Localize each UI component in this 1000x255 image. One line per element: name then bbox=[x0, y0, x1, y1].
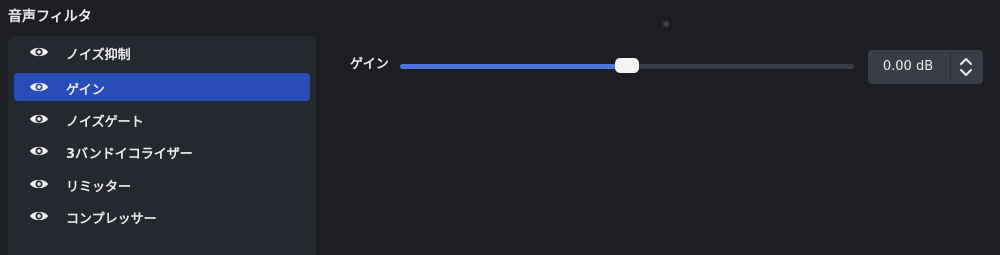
filter-item-limiter[interactable]: リミッター bbox=[14, 170, 310, 198]
filter-list: ノイズ抑制 ゲイン ノイズゲート 3バンドイコライザー リミッター コンプレッサ… bbox=[8, 36, 316, 255]
gain-slider-thumb[interactable] bbox=[615, 58, 639, 73]
filter-label: コンプレッサー bbox=[66, 212, 157, 227]
gain-label: ゲイン bbox=[350, 57, 389, 72]
gain-spinbox[interactable] bbox=[868, 50, 983, 84]
filter-label: ゲイン bbox=[66, 83, 105, 98]
eye-icon[interactable] bbox=[29, 177, 49, 191]
eye-icon[interactable] bbox=[29, 112, 49, 126]
filter-label: ノイズゲート bbox=[66, 115, 144, 130]
audio-filters-window: 音声フィルタ ノイズ抑制 ゲイン ノイズゲート 3バンドイコライザー リミッター… bbox=[0, 0, 1000, 255]
drag-handle-dot bbox=[663, 21, 669, 27]
chevron-up-down-icon bbox=[960, 58, 972, 76]
filter-label: リミッター bbox=[66, 180, 132, 195]
eye-icon[interactable] bbox=[29, 45, 49, 59]
filter-item-gain[interactable]: ゲイン bbox=[14, 73, 310, 101]
section-title: 音声フィルタ bbox=[8, 9, 92, 25]
eye-icon[interactable] bbox=[29, 144, 49, 158]
filter-label: ノイズ抑制 bbox=[66, 48, 131, 63]
gain-slider[interactable] bbox=[400, 58, 854, 73]
filter-item-3band-eq[interactable]: 3バンドイコライザー bbox=[14, 137, 310, 165]
eye-icon[interactable] bbox=[29, 209, 49, 223]
filter-item-compressor[interactable]: コンプレッサー bbox=[14, 202, 310, 230]
eye-icon[interactable] bbox=[29, 80, 49, 94]
filter-item-noise-gate[interactable]: ノイズゲート bbox=[14, 105, 310, 133]
filter-item-noise-suppression[interactable]: ノイズ抑制 bbox=[14, 38, 310, 66]
spin-button[interactable] bbox=[950, 52, 981, 82]
filter-label: 3バンドイコライザー bbox=[66, 147, 193, 162]
gain-value-input[interactable] bbox=[868, 50, 948, 84]
gain-slider-fill bbox=[400, 64, 627, 69]
